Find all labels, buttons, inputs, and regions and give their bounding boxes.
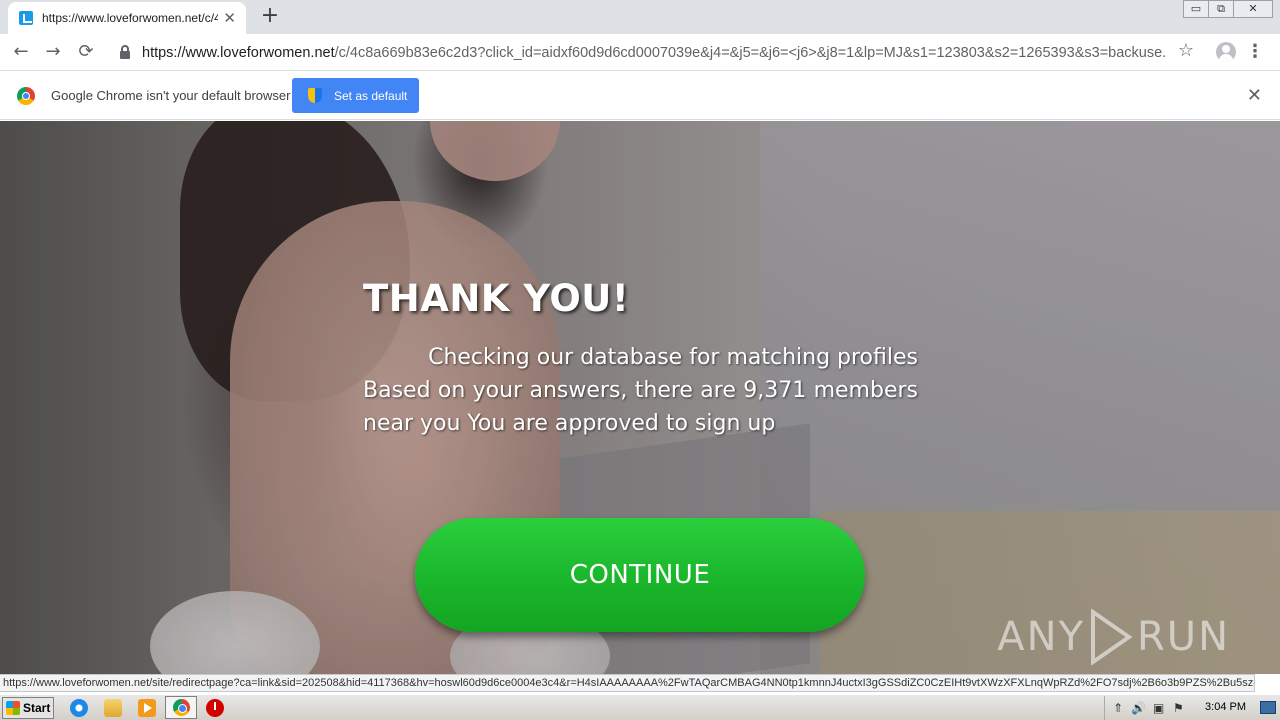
continue-button[interactable]: CONTINUE xyxy=(415,518,865,632)
windows-logo-icon xyxy=(6,701,20,715)
url-text[interactable]: https://www.loveforwomen.net/c/4c8a669b8… xyxy=(142,45,1167,61)
lock-icon xyxy=(120,44,130,59)
reload-button[interactable]: ⟳ xyxy=(73,40,99,66)
chrome-menu-icon[interactable]: ⋮ xyxy=(1246,41,1264,62)
tab-close-icon[interactable]: ✕ xyxy=(223,10,236,26)
url-path: /c/4c8a669b83e6c2d3?click_id=aidxf60d9d6… xyxy=(334,44,1167,61)
address-bar[interactable]: https://www.loveforwomen.net/c/4c8a669b8… xyxy=(110,38,1204,67)
tab-title: https://www.loveforwomen.net/c/4c8a xyxy=(42,11,218,25)
file-explorer-icon[interactable] xyxy=(104,699,122,717)
browser-toolbar: ← → ⟳ https://www.loveforwomen.net/c/4c8… xyxy=(0,34,1280,71)
set-as-default-label: Set as default xyxy=(334,88,408,103)
show-desktop-icon[interactable] xyxy=(1260,701,1276,714)
page-content: THANK YOU! Checking our database for mat… xyxy=(0,121,1280,674)
watermark-any: ANY xyxy=(997,614,1085,660)
message-line-checking: Checking our database for matching profi… xyxy=(428,345,918,370)
infobar-close-icon[interactable]: ✕ xyxy=(1247,85,1262,106)
window-close-button[interactable]: ✕ xyxy=(1233,0,1273,18)
continue-label: CONTINUE xyxy=(569,560,711,590)
network-icon[interactable]: ▣ xyxy=(1153,701,1164,715)
link-status-bubble: https://www.loveforwomen.net/site/redire… xyxy=(0,674,1255,692)
start-button[interactable]: Start xyxy=(2,697,54,719)
screen: https://www.loveforwomen.net/c/4c8a ✕ + … xyxy=(0,0,1280,720)
profile-avatar-icon[interactable] xyxy=(1216,42,1236,62)
tab-strip: https://www.loveforwomen.net/c/4c8a ✕ + … xyxy=(0,0,1280,34)
minimize-button[interactable]: ▭ xyxy=(1183,0,1209,18)
anyrun-watermark: ANY RUN xyxy=(997,609,1230,665)
internet-explorer-icon[interactable] xyxy=(70,699,88,717)
page-title: THANK YOU! xyxy=(363,277,630,320)
back-button[interactable]: ← xyxy=(8,40,34,66)
windows-taskbar: Start ⇑ 🔊 ▣ ⚑ 3:04 PM xyxy=(0,694,1280,720)
browser-tab[interactable]: https://www.loveforwomen.net/c/4c8a ✕ xyxy=(8,2,246,34)
opera-icon[interactable] xyxy=(206,699,224,717)
site-favicon-icon xyxy=(18,10,34,26)
url-host: https://www.loveforwomen.net xyxy=(142,44,335,61)
start-label: Start xyxy=(23,701,51,715)
approval-message: Checking our database for matching profi… xyxy=(363,341,918,440)
action-center-flag-icon[interactable]: ⚑ xyxy=(1173,701,1184,715)
volume-icon[interactable]: 🔊 xyxy=(1131,701,1146,715)
watermark-run: RUN xyxy=(1137,614,1230,660)
forward-button[interactable]: → xyxy=(40,40,66,66)
new-tab-button[interactable]: + xyxy=(258,4,282,28)
taskbar-clock[interactable]: 3:04 PM xyxy=(1205,701,1246,713)
restore-button[interactable]: ⧉ xyxy=(1208,0,1234,18)
taskbar-chrome-button[interactable] xyxy=(165,696,197,719)
tray-expand-icon[interactable]: ⇑ xyxy=(1113,701,1123,715)
message-body: Based on your answers, there are 9,371 m… xyxy=(363,378,918,436)
set-as-default-button[interactable]: Set as default xyxy=(292,78,419,113)
infobar-message: Google Chrome isn't your default browser xyxy=(51,88,291,103)
chrome-taskbar-icon xyxy=(173,699,190,716)
bookmark-star-icon[interactable]: ☆ xyxy=(1178,40,1194,61)
uac-shield-icon xyxy=(308,87,322,104)
system-tray: ⇑ 🔊 ▣ ⚑ 3:04 PM xyxy=(1104,696,1280,720)
default-browser-infobar: Google Chrome isn't your default browser… xyxy=(0,71,1280,120)
chrome-logo-icon xyxy=(17,87,35,105)
watermark-play-icon xyxy=(1089,609,1133,665)
media-player-icon[interactable] xyxy=(138,699,156,717)
